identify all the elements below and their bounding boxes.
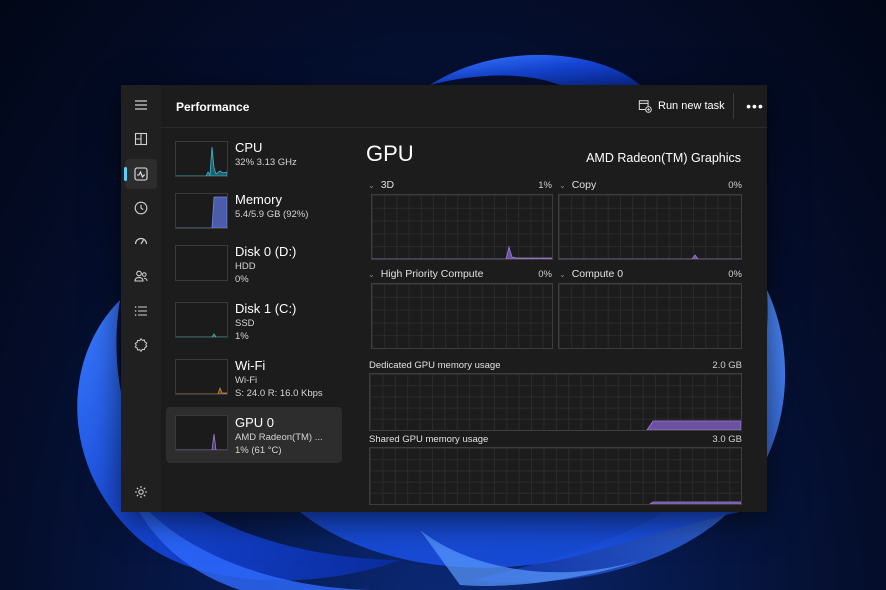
cpu-thumbnail-graph xyxy=(175,141,228,177)
resource-item-gpu-0[interactable]: GPU 0 AMD Radeon(TM) ... 1% (61 °C) xyxy=(166,407,342,463)
resource-item-cpu[interactable]: CPU 32% 3.13 GHz xyxy=(166,135,342,191)
users-icon[interactable] xyxy=(125,261,157,291)
resource-usage: S: 24.0 R: 16.0 Kbps xyxy=(235,388,323,399)
resource-item-memory[interactable]: Memory 5.4/5.9 GB (92%) xyxy=(166,187,342,243)
settings-icon[interactable] xyxy=(125,477,157,507)
title-bar: Performance Run new task ••• xyxy=(161,85,767,128)
shared-memory-label: Shared GPU memory usage xyxy=(369,434,489,445)
run-new-task-button[interactable]: Run new task xyxy=(638,99,725,113)
engine-compute0-graph xyxy=(558,283,742,349)
resource-name: GPU 0 xyxy=(235,415,275,430)
shared-memory-graph xyxy=(369,447,742,505)
engine-label: 3D xyxy=(380,179,395,191)
dedicated-memory-label: Dedicated GPU memory usage xyxy=(369,360,501,371)
resource-name: CPU xyxy=(235,140,263,155)
wifi-thumbnail-graph xyxy=(175,359,228,395)
resource-detail: AMD Radeon(TM) ... xyxy=(235,432,323,443)
resource-item-disk-1[interactable]: Disk 1 (C:) SSD 1% xyxy=(166,296,342,352)
resource-name: Memory xyxy=(235,192,282,207)
engine-3d-graph xyxy=(371,194,553,260)
resource-usage: 1% xyxy=(235,331,249,342)
resource-item-disk-0[interactable]: Disk 0 (D:) HDD 0% xyxy=(166,239,342,295)
more-options-button[interactable]: ••• xyxy=(744,95,766,117)
engine-percent: 0% xyxy=(728,180,742,191)
task-manager-window: Performance Run new task ••• CPU 32% 3.1… xyxy=(121,85,767,512)
shared-memory-max: 3.0 GB xyxy=(712,434,742,445)
dedicated-memory-max: 2.0 GB xyxy=(712,360,742,371)
startup-apps-icon[interactable] xyxy=(125,227,157,257)
engine-percent: 0% xyxy=(728,269,742,280)
engine-percent: 0% xyxy=(538,269,552,280)
processes-icon[interactable] xyxy=(125,124,157,154)
engine-copy-graph xyxy=(558,194,742,260)
resource-detail: Wi-Fi xyxy=(235,375,258,386)
resource-detail: HDD xyxy=(235,261,256,272)
resource-item-wifi[interactable]: Wi-Fi Wi-Fi S: 24.0 R: 16.0 Kbps xyxy=(166,353,342,409)
memory-thumbnail-graph xyxy=(175,193,228,229)
engine-compute0-selector[interactable]: ⌄ Compute 0 xyxy=(559,268,623,280)
hamburger-menu-icon[interactable] xyxy=(125,90,157,120)
engine-label: Copy xyxy=(571,179,597,191)
chevron-down-icon: ⌄ xyxy=(559,181,566,190)
performance-icon[interactable] xyxy=(124,159,157,189)
disk0-thumbnail-graph xyxy=(175,245,228,281)
resource-name: Wi-Fi xyxy=(235,358,266,373)
resource-detail: 32% 3.13 GHz xyxy=(235,157,297,168)
disk1-thumbnail-graph xyxy=(175,302,228,338)
services-icon[interactable] xyxy=(125,330,157,360)
engine-label: Compute 0 xyxy=(571,268,624,280)
run-task-icon xyxy=(638,100,652,113)
dedicated-memory-graph xyxy=(369,373,742,431)
resource-detail: 5.4/5.9 GB (92%) xyxy=(235,209,309,220)
toolbar-divider xyxy=(733,93,734,119)
run-new-task-label: Run new task xyxy=(658,100,725,112)
engine-hpc-selector[interactable]: ⌄ High Priority Compute xyxy=(368,268,483,280)
gpu-detail-panel: GPU AMD Radeon(TM) Graphics ⌄ 3D 1% ⌄ Copy… xyxy=(362,127,767,512)
engine-label: High Priority Compute xyxy=(380,268,484,280)
resource-name: Disk 0 (D:) xyxy=(235,244,297,259)
engine-3d-selector[interactable]: ⌄ 3D xyxy=(368,179,394,191)
gpu-heading: GPU xyxy=(366,141,414,166)
chevron-down-icon: ⌄ xyxy=(559,270,566,279)
engine-percent: 1% xyxy=(538,180,552,191)
resource-name: Disk 1 (C:) xyxy=(235,301,297,316)
chevron-down-icon: ⌄ xyxy=(368,181,375,190)
engine-copy-selector[interactable]: ⌄ Copy xyxy=(559,179,596,191)
app-history-icon[interactable] xyxy=(125,193,157,223)
resource-usage: 1% (61 °C) xyxy=(235,445,282,456)
chevron-down-icon: ⌄ xyxy=(368,270,375,279)
resource-list: CPU 32% 3.13 GHz Memory 5.4/5.9 GB (92%)… xyxy=(161,127,347,512)
page-title: Performance xyxy=(176,100,250,114)
details-icon[interactable] xyxy=(125,296,157,326)
gpu-thumbnail-graph xyxy=(175,415,228,451)
resource-detail: SSD xyxy=(235,318,255,329)
gpu-model-name: AMD Radeon(TM) Graphics xyxy=(586,151,741,165)
nav-rail xyxy=(121,85,161,512)
engine-hpc-graph xyxy=(371,283,553,349)
resource-usage: 0% xyxy=(235,274,249,285)
